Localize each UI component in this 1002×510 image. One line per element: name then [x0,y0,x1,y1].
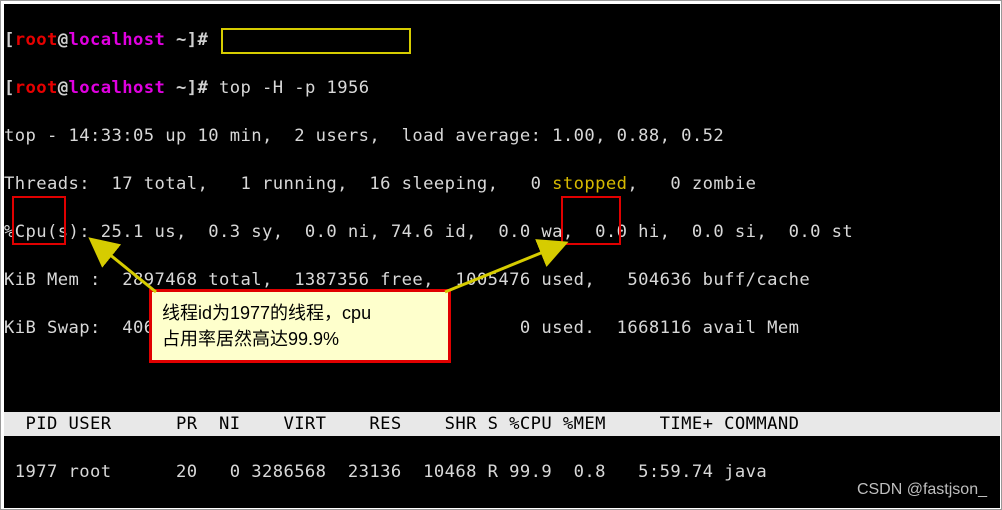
threads-counts: Threads: 17 total, 1 running, 16 sleepin… [4,174,552,194]
highlight-command-box [221,28,411,54]
threads-zombie: , 0 zombie [627,174,756,194]
top-summary-3: %Cpu(s): 25.1 us, 0.3 sy, 0.0 ni, 74.6 i… [4,220,1000,244]
bracket-open: [ [4,30,15,50]
column-headers: PID USER PR NI VIRT RES SHR S %CPU %MEM … [4,412,1000,436]
prompt-host: localhost [69,30,166,50]
terminal-screenshot: [root@localhost ~]# [root@localhost ~]# … [0,0,1002,510]
highlight-cpu-box [561,196,621,245]
top-summary-1: top - 14:33:05 up 10 min, 2 users, load … [4,124,1000,148]
threads-stopped: stopped [552,174,627,194]
prompt-at-2: @ [58,78,69,98]
top-summary-2: Threads: 17 total, 1 running, 16 sleepin… [4,172,1000,196]
prompt-tilde-2: ~ [165,78,187,98]
prompt-user-2: root [15,78,58,98]
prompt-at: @ [58,30,69,50]
prompt-hash-2: # [197,78,208,98]
prompt-line-2: [root@localhost ~]# top -H -p 1956 [4,76,1000,100]
command-top: top -H -p 1956 [219,78,369,98]
highlight-pid-box [12,196,66,245]
callout-line-2: 占用率居然高达99.9% [162,326,438,352]
prompt-tilde: ~ [165,30,187,50]
bracket-close-2: ] [187,78,198,98]
prompt-line-1: [root@localhost ~]# [4,28,1000,52]
terminal[interactable]: [root@localhost ~]# [root@localhost ~]# … [4,4,1000,508]
prompt-hash: # [197,30,208,50]
column-header-row: PID USER PR NI VIRT RES SHR S %CPU %MEM … [4,412,1000,436]
prompt-user: root [15,30,58,50]
table-row: 1977 root 20 0 3286568 23136 10468 R 99.… [4,460,1000,484]
callout-line-1: 线程id为1977的线程，cpu [162,300,438,326]
watermark: CSDN @fastjson_ [857,481,987,499]
bracket-close: ] [187,30,198,50]
blank-line [4,364,1000,388]
annotation-callout: 线程id为1977的线程，cpu 占用率居然高达99.9% [149,289,451,363]
bracket-open-2: [ [4,78,15,98]
prompt-host-2: localhost [69,78,166,98]
